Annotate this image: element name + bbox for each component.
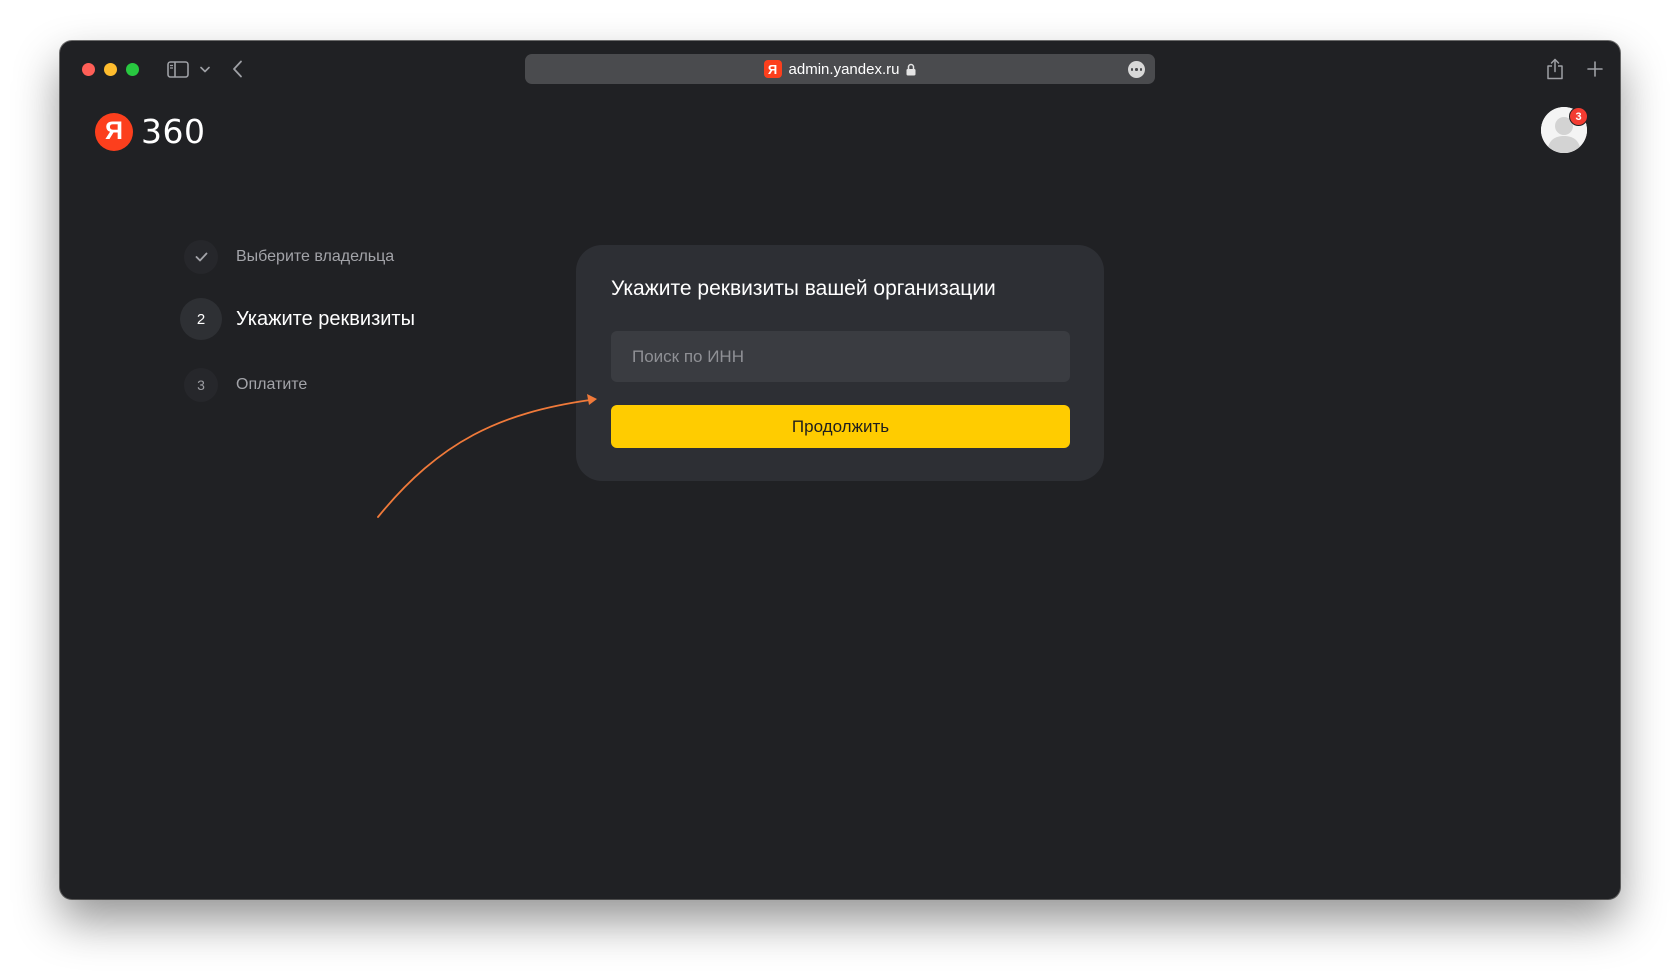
card-title: Укажите реквизиты вашей организации	[611, 277, 996, 300]
logo-letter: Я	[95, 112, 133, 151]
back-icon[interactable]	[228, 59, 246, 79]
browser-window: Я admin.yandex.ru Я 360 3 Выберите владе…	[60, 41, 1620, 899]
url-text: admin.yandex.ru	[788, 60, 900, 78]
step-payment: 3 Оплатите	[184, 368, 307, 402]
logo-text: 360	[141, 112, 206, 151]
more-icon[interactable]	[1128, 61, 1145, 78]
sidebar-icon[interactable]	[166, 59, 190, 79]
notification-badge: 3	[1569, 107, 1588, 126]
step-number: 3	[184, 368, 218, 402]
maximize-window-button[interactable]	[126, 63, 139, 76]
yandex-360-logo[interactable]: Я 360	[95, 112, 206, 151]
step-requisites: 2 Укажите реквизиты	[180, 298, 415, 340]
address-bar[interactable]: Я admin.yandex.ru	[525, 54, 1155, 84]
check-icon	[184, 240, 218, 274]
step-label: Выберите владельца	[236, 248, 395, 265]
step-number: 2	[180, 298, 222, 340]
step-label: Укажите реквизиты	[236, 307, 415, 330]
close-window-button[interactable]	[82, 63, 95, 76]
continue-button[interactable]: Продолжить	[611, 405, 1070, 448]
lock-icon	[906, 63, 916, 76]
inn-search-input[interactable]	[611, 331, 1070, 382]
requisites-card: Укажите реквизиты вашей организации Прод…	[576, 245, 1104, 481]
plus-icon[interactable]	[1584, 58, 1606, 80]
chevron-down-icon[interactable]	[198, 61, 212, 77]
site-favicon: Я	[763, 60, 782, 78]
step-select-owner: Выберите владельца	[184, 240, 394, 274]
share-icon[interactable]	[1544, 56, 1566, 82]
address-bar-content: Я admin.yandex.ru	[525, 54, 1155, 84]
step-label: Оплатите	[236, 376, 308, 393]
browser-toolbar: Я admin.yandex.ru	[60, 41, 1620, 97]
minimize-window-button[interactable]	[104, 63, 117, 76]
